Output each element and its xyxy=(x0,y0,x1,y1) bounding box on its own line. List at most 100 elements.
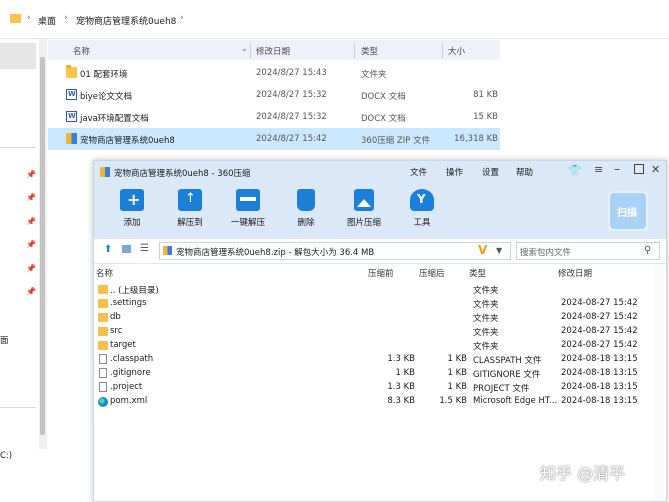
scrollbar-thumb[interactable] xyxy=(40,57,45,435)
maximize-icon[interactable] xyxy=(634,164,644,174)
v-logo-icon[interactable]: V xyxy=(478,243,487,257)
entry-type: 文件夹 xyxy=(473,342,499,352)
nav-item-label[interactable]: 面 xyxy=(0,334,9,346)
breadcrumb-current-folder[interactable]: 宠物商店管理系统0ueh8 xyxy=(76,14,176,27)
nav-divider xyxy=(0,147,36,148)
file-name: biye论文文档 xyxy=(80,92,133,102)
file-modified: 2024/8/27 15:32 xyxy=(256,112,327,122)
pin-icon[interactable]: 📌 xyxy=(26,240,36,249)
archive-entry-row[interactable]: src 文件夹 2024-08-27 15:42 xyxy=(94,325,666,339)
dropdown-icon[interactable]: ▼ xyxy=(496,246,502,255)
close-icon[interactable]: ✕ xyxy=(651,163,660,176)
column-name[interactable]: 名称 xyxy=(96,267,113,279)
archive-entry-row[interactable]: .project 1.3 KB 1 KB PROJECT 文件 2024-08-18 1… xyxy=(94,381,666,395)
archive-address-bar: ⬆ ☰ 宠物商店管理系统0ueh8.zip - 解包大小为 36.4 MB V … xyxy=(94,239,666,264)
file-row[interactable]: 01 配套环境 2024/8/27 15:43 文件夹 xyxy=(48,62,500,84)
file-type: DOCX 文档 xyxy=(361,92,406,102)
column-type[interactable]: 类型 xyxy=(469,267,486,279)
entry-type: PROJECT 文件 xyxy=(473,384,530,394)
breadcrumb-desktop[interactable]: 桌面 xyxy=(38,14,56,27)
menu-settings[interactable]: 设置 xyxy=(482,166,499,178)
file-name: java环境配置文档 xyxy=(80,114,149,124)
entry-name: .project xyxy=(110,382,143,392)
entry-type: 文件夹 xyxy=(473,286,499,296)
entry-modified: 2024-08-27 15:42 xyxy=(561,326,638,336)
pin-icon[interactable]: 📌 xyxy=(26,217,36,226)
chevron-right-icon[interactable]: › xyxy=(180,13,184,23)
entry-name: pom.xml xyxy=(110,396,148,406)
menu-operate[interactable]: 操作 xyxy=(446,166,463,178)
archive-entry-row[interactable]: target 文件夹 2024-08-27 15:42 xyxy=(94,339,666,353)
toolbar: + 添加 ↑ 解压到 一键解压 删除 图片压缩 Y 工具 扫描 xyxy=(94,183,666,239)
archive-path-field[interactable]: 宠物商店管理系统0ueh8.zip - 解包大小为 36.4 MB V ▼ xyxy=(159,242,511,260)
entry-modified: 2024-08-27 15:42 xyxy=(561,298,638,308)
scan-button[interactable]: 扫描 xyxy=(608,191,648,231)
docx-icon xyxy=(66,89,77,100)
trash-icon xyxy=(297,189,315,211)
image-compress-button[interactable]: 图片压缩 xyxy=(336,189,392,228)
add-button[interactable]: + 添加 xyxy=(104,189,160,228)
chevron-right-icon: › xyxy=(64,13,68,23)
column-name[interactable]: 名称 xyxy=(73,45,90,57)
archive-entry-row[interactable]: .classpath 1.3 KB 1 KB CLASSPATH 文件 2024-08-… xyxy=(94,353,666,367)
archive-entry-row[interactable]: pom.xml 8.3 KB 1.5 KB Microsoft Edge HT... 2… xyxy=(94,395,666,409)
up-arrow-icon[interactable]: ⬆ xyxy=(104,244,112,255)
folder-icon xyxy=(66,65,77,78)
file-row[interactable]: java环境配置文档 2024/8/27 15:32 DOCX 文档 15 KB xyxy=(48,106,500,128)
nav-drive-label[interactable]: C:) xyxy=(0,451,12,461)
pin-icon[interactable]: 📌 xyxy=(26,287,36,296)
one-click-extract-button[interactable]: 一键解压 xyxy=(220,189,276,228)
scan-label: 扫描 xyxy=(617,208,637,219)
skin-icon[interactable]: 👕 xyxy=(568,164,582,177)
menu-help[interactable]: 帮助 xyxy=(516,166,533,178)
entry-packed: 1 KB xyxy=(395,368,415,378)
entry-modified: 2024-08-18 13:15 xyxy=(561,396,638,406)
archive-entry-row[interactable]: .. (上级目录) 文件夹 xyxy=(94,283,666,297)
view-icon[interactable] xyxy=(122,245,131,253)
archive-entry-row[interactable]: .gitignore 1 KB 1 KB GITIGNORE 文件 2024-08-18… xyxy=(94,367,666,381)
image-compress-icon xyxy=(354,189,374,211)
list-view-icon[interactable]: ☰ xyxy=(140,243,149,254)
column-modified[interactable]: 修改日期 xyxy=(256,45,290,57)
entry-packed: 1.3 KB xyxy=(387,354,415,364)
navigation-pane: 📌 📌 📌 📌 📌 📌 面 C:) xyxy=(0,39,38,500)
entry-name: .settings xyxy=(110,298,147,308)
column-modified[interactable]: 修改日期 xyxy=(558,267,592,279)
entry-modified: 2024-08-27 15:42 xyxy=(561,340,638,350)
tools-label: 工具 xyxy=(413,218,431,228)
minimize-icon[interactable]: – xyxy=(614,162,620,176)
entry-type: 文件夹 xyxy=(473,300,499,310)
tools-button[interactable]: Y 工具 xyxy=(394,189,450,228)
extract-icon: ↑ xyxy=(178,189,202,211)
folder-icon xyxy=(98,299,108,308)
archive-entry-row[interactable]: db 文件夹 2024-08-27 15:42 xyxy=(94,311,666,325)
file-row[interactable]: biye论文文档 2024/8/27 15:32 DOCX 文档 81 KB xyxy=(48,84,500,106)
menu-icon[interactable]: ≡ xyxy=(594,163,603,176)
column-unpacked[interactable]: 压缩后 xyxy=(419,267,445,279)
column-size[interactable]: 大小 xyxy=(448,45,465,57)
pin-icon[interactable]: 📌 xyxy=(26,193,36,202)
extract-to-button[interactable]: ↑ 解压到 xyxy=(162,189,218,228)
nav-scrollbar[interactable] xyxy=(39,39,47,449)
entry-modified: 2024-08-18 13:15 xyxy=(561,354,638,364)
pin-icon[interactable]: 📌 xyxy=(26,170,36,179)
nav-selected-item[interactable] xyxy=(0,43,36,69)
search-icon[interactable]: ⚲ xyxy=(644,245,651,256)
entry-unpacked: 1 KB xyxy=(447,354,467,364)
delete-button[interactable]: 删除 xyxy=(278,189,334,228)
column-packed[interactable]: 压缩前 xyxy=(368,267,394,279)
window-title: 宠物商店管理系统0ueh8 - 360压缩 xyxy=(114,169,251,179)
entry-unpacked: 1 KB xyxy=(447,368,467,378)
entry-packed: 1.3 KB xyxy=(387,382,415,392)
chevron-down-icon[interactable]: ⌄ xyxy=(241,44,248,53)
archive-search-field[interactable]: 搜索包内文件 ⚲ xyxy=(516,242,660,260)
file-modified: 2024/8/27 15:42 xyxy=(256,134,327,144)
title-bar[interactable]: 宠物商店管理系统0ueh8 - 360压缩 文件 操作 设置 帮助 👕 ≡ – … xyxy=(94,161,666,183)
menu-file[interactable]: 文件 xyxy=(410,166,427,178)
archive-entry-row[interactable]: .settings 文件夹 2024-08-27 15:42 xyxy=(94,297,666,311)
search-placeholder: 搜索包内文件 xyxy=(520,248,572,258)
entry-modified: 2024-08-27 15:42 xyxy=(561,312,638,322)
file-row-selected[interactable]: 宠物商店管理系统0ueh8 2024/8/27 15:42 360压缩 ZIP … xyxy=(48,128,500,150)
column-type[interactable]: 类型 xyxy=(361,45,378,57)
pin-icon[interactable]: 📌 xyxy=(26,264,36,273)
